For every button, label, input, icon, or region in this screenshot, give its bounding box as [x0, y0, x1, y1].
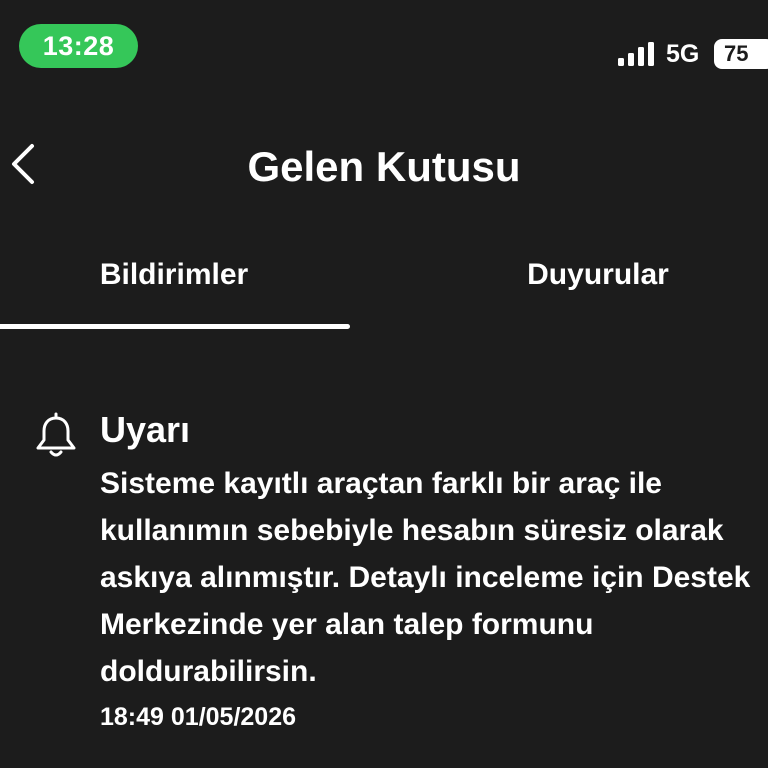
status-time[interactable]: 13:28 — [19, 24, 138, 68]
tab-bildirimler[interactable]: Bildirimler — [0, 250, 348, 330]
notification-timestamp: 18:49 01/05/2026 — [100, 703, 297, 731]
inbox-screen: 13:28 5G 75 Gelen Kutusu Bildirimler Duy… — [0, 0, 768, 768]
signal-bars-icon — [618, 42, 654, 66]
inbox-tabs: Bildirimler Duyurular — [0, 250, 768, 330]
chevron-left-icon[interactable] — [6, 140, 42, 188]
network-type: 5G — [666, 40, 700, 68]
battery-indicator: 75 — [714, 39, 768, 69]
active-tab-indicator — [0, 324, 350, 329]
battery-level: 75 — [724, 41, 749, 66]
bell-icon — [36, 412, 76, 457]
tab-duyurular[interactable]: Duyurular — [420, 250, 768, 330]
notification-body: Sisteme kayıtlı araçtan farklı bir araç … — [100, 467, 751, 688]
status-bar: 13:28 5G 75 — [0, 0, 768, 96]
page-title: Gelen Kutusu — [247, 143, 521, 190]
notification-title: Uyarı — [100, 409, 191, 450]
